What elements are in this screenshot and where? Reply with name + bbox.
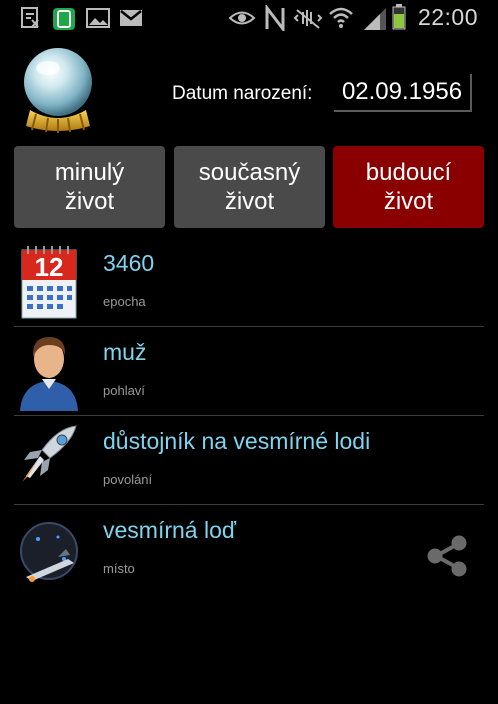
signal-icon: [364, 8, 386, 30]
date-of-birth-field[interactable]: 02.09.1956: [334, 74, 472, 112]
place-label: místo: [103, 561, 135, 576]
epoch-label: epocha: [103, 294, 146, 309]
future-life-button[interactable]: budoucí život: [333, 146, 484, 228]
list-item-gender[interactable]: muž pohlaví: [14, 327, 484, 416]
task-notification-icon: [21, 7, 39, 28]
app-notification-icon: [53, 8, 75, 30]
list-item-occupation[interactable]: důstojník na vesmírné lodi povolání: [14, 416, 484, 505]
eye-icon: [228, 11, 256, 25]
occupation-label: povolání: [103, 472, 153, 487]
present-life-label-2: život: [224, 188, 275, 215]
vibrate-icon: [293, 9, 323, 29]
man-avatar-icon: [20, 337, 78, 411]
nfc-icon: [265, 5, 285, 31]
past-life-label-2: život: [64, 188, 115, 215]
place-value: vesmírná loď: [103, 517, 237, 543]
present-life-label-1: současný: [198, 159, 301, 186]
battery-icon: [392, 4, 406, 30]
past-life-button[interactable]: minulý život: [14, 146, 165, 228]
share-icon[interactable]: [424, 533, 470, 579]
future-life-label-1: budoucí: [365, 159, 452, 186]
rocket-icon: [22, 425, 77, 482]
future-life-label-2: život: [383, 188, 434, 215]
gmail-icon: [120, 10, 142, 26]
present-life-button[interactable]: současný život: [174, 146, 325, 228]
gallery-icon: [86, 8, 110, 28]
clock: 22:00: [417, 4, 478, 30]
crystal-ball-icon: [24, 48, 92, 133]
list-item-epoch[interactable]: 12 3460 epocha: [14, 238, 484, 327]
past-life-label-1: minulý: [54, 159, 125, 186]
calendar-icon: 12: [21, 246, 77, 319]
occupation-value: důstojník na vesmírné lodi: [103, 428, 371, 454]
gender-label: pohlaví: [103, 383, 145, 398]
calendar-day: 12: [35, 252, 64, 282]
status-bar: 22:00: [0, 0, 498, 35]
spaceship-icon: [20, 522, 78, 582]
gender-value: muž: [103, 339, 147, 365]
wifi-icon: [329, 7, 353, 28]
date-of-birth-label: Datum narození:: [172, 83, 313, 104]
list-item-place[interactable]: vesmírná loď místo: [14, 505, 484, 594]
epoch-value: 3460: [103, 250, 155, 276]
